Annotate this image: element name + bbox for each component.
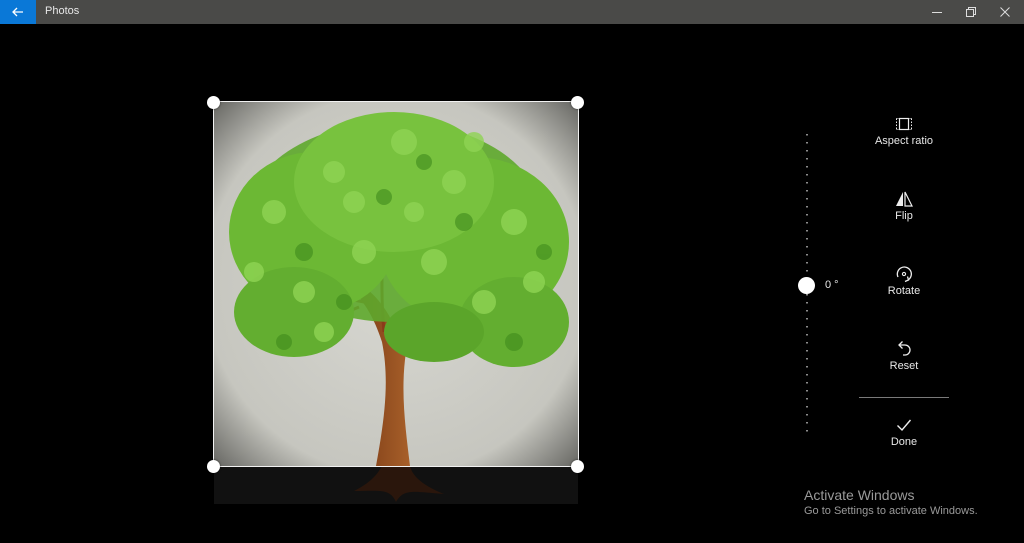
restore-icon: [966, 7, 976, 17]
cropped-out-region: [214, 466, 578, 504]
aspect-ratio-button[interactable]: Aspect ratio: [854, 113, 954, 147]
minimize-button[interactable]: [920, 0, 954, 24]
activate-windows-watermark: Activate Windows Go to Settings to activ…: [804, 487, 978, 517]
done-label: Done: [890, 436, 918, 448]
done-button[interactable]: Done: [854, 414, 954, 448]
crop-handle-top-right[interactable]: [571, 96, 584, 109]
aspect-ratio-icon: [896, 117, 912, 131]
crop-frame[interactable]: [213, 101, 579, 467]
restore-button[interactable]: [954, 0, 988, 24]
close-icon: [1000, 7, 1010, 17]
arrow-left-icon: [12, 7, 23, 17]
title-bar: Photos: [0, 0, 1024, 24]
tools-divider: [859, 397, 949, 398]
flip-icon: [896, 191, 913, 207]
close-button[interactable]: [988, 0, 1022, 24]
crop-handle-bottom-right[interactable]: [571, 460, 584, 473]
angle-readout: 0 °: [825, 279, 839, 291]
reset-label: Reset: [889, 360, 919, 372]
crop-handle-top-left[interactable]: [207, 96, 220, 109]
rotate-label: Rotate: [887, 285, 921, 297]
watermark-title: Activate Windows: [804, 487, 915, 503]
checkmark-icon: [897, 419, 912, 432]
crop-handle-bottom-left[interactable]: [207, 460, 220, 473]
aspect-ratio-label: Aspect ratio: [874, 135, 934, 147]
back-button[interactable]: [0, 0, 36, 24]
rotate-button[interactable]: Rotate: [854, 263, 954, 297]
minimize-icon: [932, 12, 942, 13]
reset-icon: [898, 341, 911, 356]
reset-button[interactable]: Reset: [854, 338, 954, 372]
root-shadow: [354, 466, 444, 502]
straighten-slider-thumb[interactable]: [798, 277, 815, 294]
app-title: Photos: [45, 5, 80, 17]
flip-label: Flip: [895, 210, 913, 222]
rotate-icon: [896, 266, 912, 283]
watermark-subtitle: Go to Settings to activate Windows.: [804, 505, 978, 517]
flip-button[interactable]: Flip: [854, 188, 954, 222]
